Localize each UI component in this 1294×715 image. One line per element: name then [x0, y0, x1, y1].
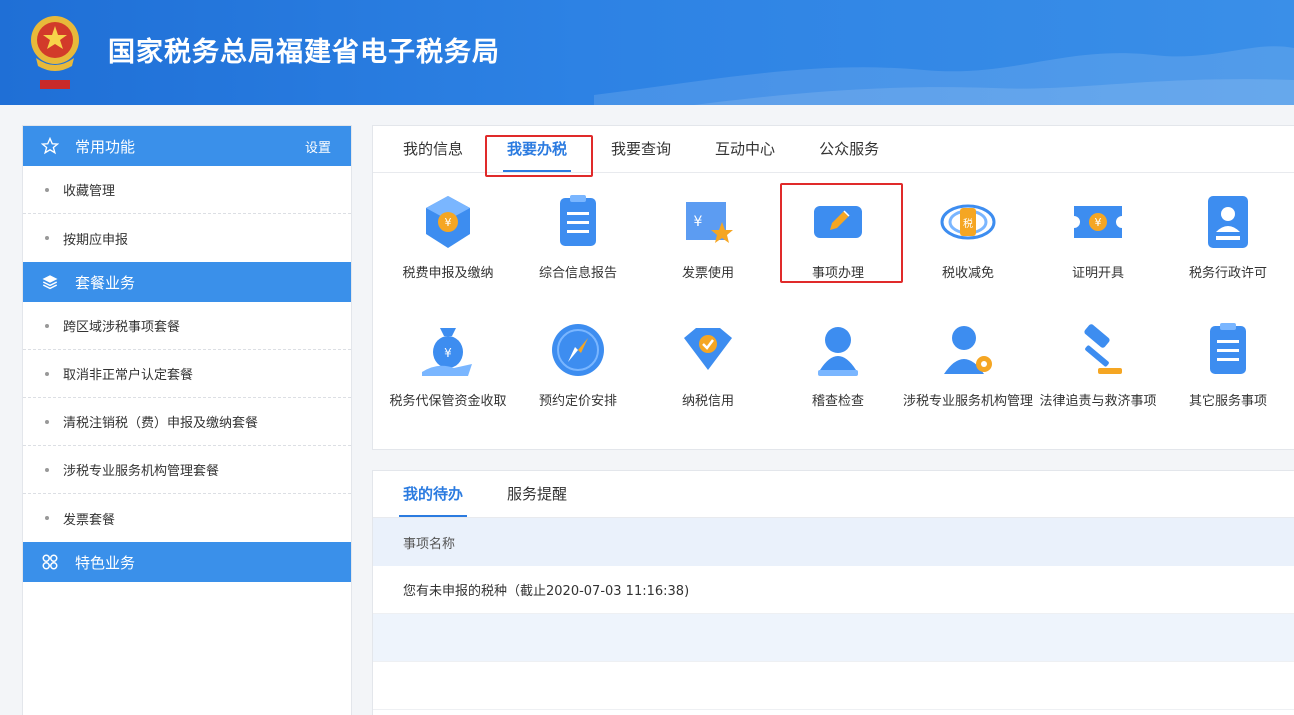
- admin-permit-icon: [1208, 196, 1248, 248]
- function-label: 纳税信用: [681, 394, 734, 409]
- highlight-box-matters: [780, 183, 903, 283]
- sidebar-item-label: 收藏管理: [63, 184, 116, 199]
- compass-icon: [552, 324, 604, 376]
- function-label: 稽查检查: [811, 394, 864, 409]
- function-label: 税务行政许可: [1188, 266, 1267, 281]
- tax-relief-icon: 税: [940, 204, 996, 240]
- function-other-services[interactable]: 其它服务事项: [1163, 320, 1293, 414]
- function-label: 税收减免: [941, 266, 994, 281]
- sidebar-item-label: 按期应申报: [63, 232, 129, 248]
- column-header-item-name: 事项名称: [403, 536, 456, 552]
- layers-icon: [39, 273, 61, 291]
- bullet: [45, 419, 49, 424]
- tab-public-service[interactable]: 公众服务: [797, 125, 901, 172]
- sidebar: 常用功能 设置 收藏管理 按期应申报 套餐业务 跨区域涉税事项套餐 取消非正常户…: [22, 125, 352, 715]
- function-label: 证明开具: [1071, 266, 1124, 281]
- credit-icon: [684, 328, 732, 370]
- star-icon: [39, 137, 61, 155]
- function-tax-declare[interactable]: ¥ 税费申报及缴纳: [383, 192, 513, 286]
- function-admin-permit[interactable]: 税务行政许可: [1163, 192, 1293, 286]
- sidebar-item-label: 取消非正常户认定套餐: [63, 368, 194, 383]
- tab-query[interactable]: 我要查询: [589, 125, 693, 172]
- function-label: 其它服务事项: [1188, 394, 1267, 409]
- todo-item-text: 您有未申报的税种（截止2020-07-03 11:16:38): [403, 584, 690, 599]
- bullet: [45, 187, 49, 192]
- table-row[interactable]: 您有未申报的税种（截止2020-07-03 11:16:38): [373, 566, 1294, 614]
- table-row: [373, 614, 1294, 662]
- bullet: [45, 371, 49, 376]
- function-agency-management[interactable]: 涉税专业服务机构管理: [903, 320, 1033, 414]
- function-label: 税务代保管资金收取: [389, 394, 507, 409]
- functions-panel: 我的信息 我要办税 我要查询 互动中心 公众服务 ¥ 税费申报及缴纳 综合信息报…: [372, 125, 1294, 450]
- report-icon: [560, 195, 596, 246]
- bullet: [45, 236, 49, 240]
- agency-icon: [944, 326, 992, 374]
- tab-my-info[interactable]: 我的信息: [381, 125, 485, 172]
- table-header: 事项名称: [373, 518, 1294, 566]
- todo-panel: 我的待办 服务提醒 事项名称 您有未申报的税种（截止2020-07-03 11:…: [372, 470, 1294, 715]
- bullet: [45, 467, 49, 472]
- certificate-icon: ¥: [1074, 206, 1122, 238]
- function-info-report[interactable]: 综合信息报告: [513, 192, 643, 286]
- svg-text:税: 税: [963, 217, 973, 230]
- bullet: [45, 516, 49, 520]
- tax-emblem-logo: [31, 16, 79, 89]
- sidebar-section-title: 特色业务: [75, 553, 136, 572]
- other-service-icon: [1210, 323, 1246, 374]
- todo-tabs: 我的待办 服务提醒: [373, 471, 1294, 518]
- sidebar-section-package[interactable]: 套餐业务: [23, 262, 351, 302]
- svg-text:¥: ¥: [444, 346, 452, 360]
- svg-text:¥: ¥: [694, 214, 703, 230]
- sidebar-item-label: 涉税专业服务机构管理套餐: [63, 464, 220, 479]
- svg-text:¥: ¥: [1095, 216, 1102, 229]
- tab-interaction[interactable]: 互动中心: [693, 125, 797, 172]
- sidebar-item-periodic-declare[interactable]: 按期应申报: [23, 214, 351, 262]
- inspection-icon: [818, 327, 858, 376]
- table-row: [373, 662, 1294, 710]
- site-title: 国家税务总局福建省电子税务局: [108, 37, 500, 68]
- function-pricing-arrangement[interactable]: 预约定价安排: [513, 320, 643, 414]
- header-hills-decoration: [594, 46, 1294, 105]
- function-invoice[interactable]: ¥ 发票使用: [643, 192, 773, 286]
- function-custody-funds[interactable]: ¥ 税务代保管资金收取: [383, 320, 513, 414]
- function-label: 法律追责与救济事项: [1039, 394, 1157, 409]
- function-label: 发票使用: [681, 266, 734, 281]
- sidebar-item-deregistration[interactable]: 清税注销税（费）申报及缴纳套餐: [23, 398, 351, 446]
- function-tax-relief[interactable]: 税 税收减免: [903, 192, 1033, 286]
- site-header: 国家税务总局福建省电子税务局: [0, 0, 1294, 105]
- sidebar-section-title: 常用功能: [75, 137, 136, 156]
- settings-link[interactable]: 设置: [305, 137, 331, 156]
- gavel-icon: [1084, 324, 1122, 374]
- sidebar-item-label: 发票套餐: [63, 512, 116, 528]
- tax-declare-icon: ¥: [426, 196, 470, 248]
- function-label: 涉税专业服务机构管理: [903, 394, 1034, 409]
- function-label: 税费申报及缴纳: [402, 266, 494, 281]
- sidebar-item-cross-region[interactable]: 跨区域涉税事项套餐: [23, 302, 351, 350]
- highlight-box-active-tab: [485, 135, 593, 177]
- bullet: [45, 323, 49, 328]
- sidebar-section-title: 套餐业务: [75, 273, 136, 292]
- function-label: 预约定价安排: [538, 394, 617, 409]
- invoice-icon: ¥: [686, 202, 733, 243]
- sidebar-section-special[interactable]: 特色业务: [23, 542, 351, 582]
- function-tax-credit[interactable]: 纳税信用: [643, 320, 773, 414]
- sidebar-section-common[interactable]: 常用功能 设置: [23, 126, 351, 166]
- sidebar-item-invoice-package[interactable]: 发票套餐: [23, 494, 351, 542]
- sidebar-item-label: 清税注销税（费）申报及缴纳套餐: [63, 416, 259, 431]
- money-bag-icon: ¥: [422, 328, 472, 376]
- svg-text:¥: ¥: [445, 216, 452, 229]
- grid-icon: [39, 553, 61, 571]
- sidebar-item-label: 跨区域涉税事项套餐: [63, 320, 181, 335]
- function-label: 综合信息报告: [538, 266, 617, 281]
- tab-my-todo[interactable]: 我的待办: [381, 470, 485, 517]
- tab-service-reminder[interactable]: 服务提醒: [485, 470, 589, 517]
- sidebar-item-agency-package[interactable]: 涉税专业服务机构管理套餐: [23, 446, 351, 494]
- function-legal-remedy[interactable]: 法律追责与救济事项: [1033, 320, 1163, 414]
- sidebar-item-favorites[interactable]: 收藏管理: [23, 166, 351, 214]
- function-inspection[interactable]: 稽查检查: [773, 320, 903, 414]
- function-certificate[interactable]: ¥ 证明开具: [1033, 192, 1163, 286]
- sidebar-item-cancel-abnormal[interactable]: 取消非正常户认定套餐: [23, 350, 351, 398]
